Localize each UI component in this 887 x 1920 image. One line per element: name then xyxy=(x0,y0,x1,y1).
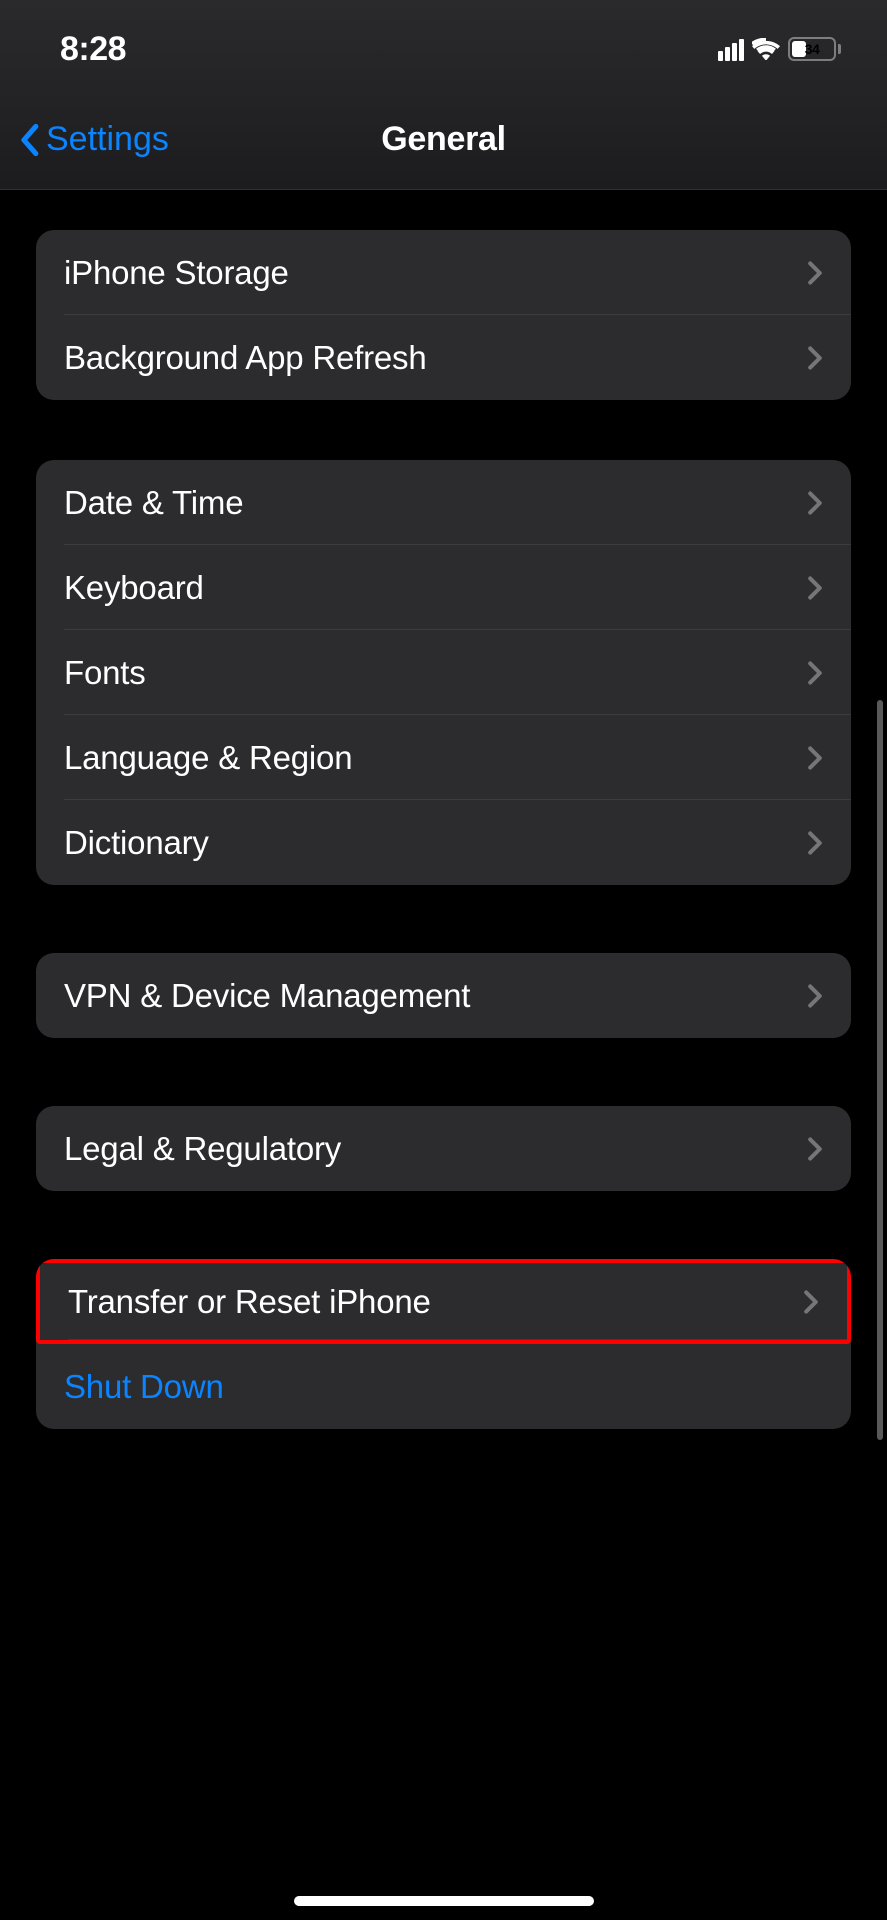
row-date-time[interactable]: Date & Time xyxy=(36,460,851,545)
row-label: Keyboard xyxy=(64,569,204,607)
page-title: General xyxy=(381,120,506,159)
row-label: Language & Region xyxy=(64,739,352,777)
row-transfer-or-reset[interactable]: Transfer or Reset iPhone xyxy=(36,1259,851,1344)
chevron-right-icon xyxy=(807,260,823,286)
row-label: Shut Down xyxy=(64,1368,224,1406)
row-dictionary[interactable]: Dictionary xyxy=(36,800,851,885)
settings-group-storage: iPhone Storage Background App Refresh xyxy=(36,230,851,400)
row-label: Date & Time xyxy=(64,484,243,522)
scroll-indicator[interactable] xyxy=(877,700,883,1440)
row-label: Fonts xyxy=(64,654,146,692)
settings-group-system: Date & Time Keyboard Fonts Language & Re… xyxy=(36,460,851,885)
wifi-icon xyxy=(752,38,780,60)
row-fonts[interactable]: Fonts xyxy=(36,630,851,715)
chevron-left-icon xyxy=(18,123,40,157)
battery-percent: 34 xyxy=(790,41,834,57)
home-indicator[interactable] xyxy=(294,1896,594,1906)
back-label: Settings xyxy=(46,120,169,159)
row-iphone-storage[interactable]: iPhone Storage xyxy=(36,230,851,315)
row-label: iPhone Storage xyxy=(64,254,289,292)
status-bar: 8:28 34 xyxy=(0,0,887,90)
row-shut-down[interactable]: Shut Down xyxy=(36,1344,851,1429)
row-background-app-refresh[interactable]: Background App Refresh xyxy=(36,315,851,400)
settings-group-vpn: VPN & Device Management xyxy=(36,953,851,1038)
row-legal-regulatory[interactable]: Legal & Regulatory xyxy=(36,1106,851,1191)
row-label: Transfer or Reset iPhone xyxy=(68,1283,431,1321)
chevron-right-icon xyxy=(807,983,823,1009)
row-language-region[interactable]: Language & Region xyxy=(36,715,851,800)
chevron-right-icon xyxy=(807,345,823,371)
status-indicators: 34 xyxy=(718,37,841,61)
settings-group-reset: Transfer or Reset iPhone Shut Down xyxy=(36,1259,851,1429)
battery-icon: 34 xyxy=(788,37,841,61)
chevron-right-icon xyxy=(807,1136,823,1162)
chevron-right-icon xyxy=(807,575,823,601)
status-time: 8:28 xyxy=(60,30,126,69)
row-vpn-device-management[interactable]: VPN & Device Management xyxy=(36,953,851,1038)
chevron-right-icon xyxy=(807,830,823,856)
settings-group-legal: Legal & Regulatory xyxy=(36,1106,851,1191)
chevron-right-icon xyxy=(807,660,823,686)
settings-content: iPhone Storage Background App Refresh Da… xyxy=(0,190,887,1429)
chevron-right-icon xyxy=(803,1289,819,1315)
cellular-signal-icon xyxy=(718,37,744,61)
chevron-right-icon xyxy=(807,490,823,516)
row-label: VPN & Device Management xyxy=(64,977,470,1015)
navigation-bar: Settings General xyxy=(0,90,887,190)
row-label: Legal & Regulatory xyxy=(64,1130,341,1168)
back-button[interactable]: Settings xyxy=(0,120,169,159)
row-label: Background App Refresh xyxy=(64,339,427,377)
chevron-right-icon xyxy=(807,745,823,771)
row-keyboard[interactable]: Keyboard xyxy=(36,545,851,630)
row-label: Dictionary xyxy=(64,824,209,862)
